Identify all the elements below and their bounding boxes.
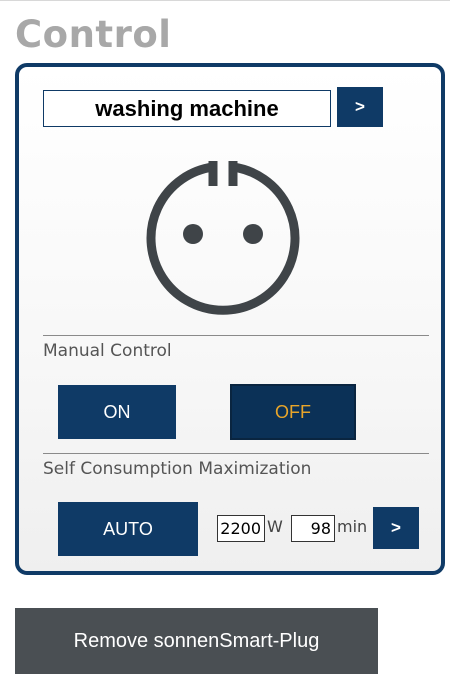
duration-unit: min: [337, 517, 368, 536]
control-card: washing machine > Manual Control ON OFF …: [15, 63, 445, 575]
page-title: Control: [15, 13, 172, 56]
on-button[interactable]: ON: [58, 385, 176, 439]
power-input[interactable]: 2200: [217, 515, 265, 542]
duration-input[interactable]: 98: [291, 515, 335, 542]
power-unit: W: [267, 517, 283, 536]
manual-control-label: Manual Control: [43, 341, 172, 361]
off-button[interactable]: OFF: [230, 384, 356, 440]
manual-divider: [43, 335, 429, 336]
remove-smart-plug-button[interactable]: Remove sonnenSmart-Plug: [15, 608, 378, 674]
apply-button[interactable]: >: [373, 507, 419, 549]
auto-button[interactable]: AUTO: [58, 502, 198, 556]
power-socket-icon: [146, 161, 300, 315]
self-consumption-divider: [43, 453, 429, 454]
control-page: Control washing machine > Manual Control…: [0, 0, 450, 675]
device-name-field[interactable]: washing machine: [43, 90, 331, 127]
device-next-button[interactable]: >: [337, 87, 383, 127]
self-consumption-label: Self Consumption Maximization: [43, 459, 312, 479]
